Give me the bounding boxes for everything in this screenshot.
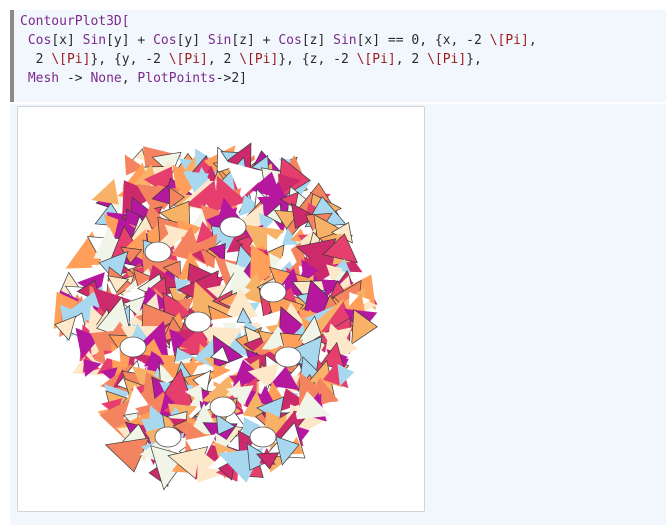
code-token: Sin	[207, 33, 232, 48]
code-token: }, {z, -2	[278, 52, 357, 67]
input-code-cell[interactable]: ContourPlot3D[ Cos[x] Sin[y] + Cos[y] Si…	[10, 10, 666, 102]
code-token: PlotPoints	[137, 71, 216, 86]
code-token: }, {y, -2	[90, 52, 169, 67]
surface-facet	[91, 178, 119, 205]
code-line: Cos[x] Sin[y] + Cos[y] Sin[z] + Cos[z] S…	[20, 31, 537, 50]
code-token: ,	[528, 33, 537, 48]
code-token: None	[90, 71, 122, 86]
surface-hole	[119, 336, 147, 358]
code-token: , 2	[207, 52, 240, 67]
code-token: [x] == 0, {x, -2	[356, 33, 490, 48]
code-token: },	[466, 52, 482, 67]
code-token: Sin	[333, 33, 357, 48]
code-token: 2	[20, 52, 52, 67]
code-token: [y]	[176, 33, 208, 48]
code-token: Mesh	[27, 71, 60, 86]
code-token: [x]	[51, 33, 83, 48]
code-token: ->	[59, 71, 91, 86]
code-token: [z] +	[231, 33, 279, 48]
code-token: \[Pi]	[168, 52, 208, 67]
surface-hole	[184, 311, 212, 333]
surface-hole	[259, 281, 287, 303]
code-token: \[Pi]	[427, 52, 467, 67]
surface-hole	[154, 426, 182, 448]
surface-hole	[144, 241, 172, 263]
code-line: 2 \[Pi]}, {y, -2 \[Pi], 2 \[Pi]}, {z, -2…	[20, 50, 537, 69]
code-text[interactable]: ContourPlot3D[ Cos[x] Sin[y] + Cos[y] Si…	[20, 12, 537, 88]
code-token: Sin	[82, 33, 107, 48]
contour-plot-3d-graphic[interactable]	[17, 106, 425, 512]
code-token: , 2	[395, 52, 428, 67]
surface-hole	[249, 426, 277, 448]
code-line: Mesh -> None, PlotPoints->2]	[20, 69, 537, 88]
surface-hole	[219, 216, 247, 238]
code-token: Cos	[153, 33, 177, 48]
code-token: ,	[121, 71, 138, 86]
code-line: ContourPlot3D[	[20, 12, 537, 31]
code-token: \[Pi]	[51, 52, 91, 67]
code-token: \[Pi]	[489, 33, 529, 48]
code-token: Cos	[27, 33, 52, 48]
code-token: Cos	[278, 33, 302, 48]
code-token: \[Pi]	[239, 52, 279, 67]
gyroid-surface-render	[53, 142, 378, 491]
output-cell	[10, 104, 666, 525]
code-token: [z]	[301, 33, 334, 48]
code-token: ->2]	[215, 71, 248, 86]
surface-facets	[53, 142, 378, 491]
surface-hole	[209, 396, 237, 418]
code-token: [y] +	[106, 33, 154, 48]
surface-hole	[274, 346, 302, 368]
code-token: \[Pi]	[356, 52, 396, 67]
code-token: ContourPlot3D[	[20, 14, 130, 29]
